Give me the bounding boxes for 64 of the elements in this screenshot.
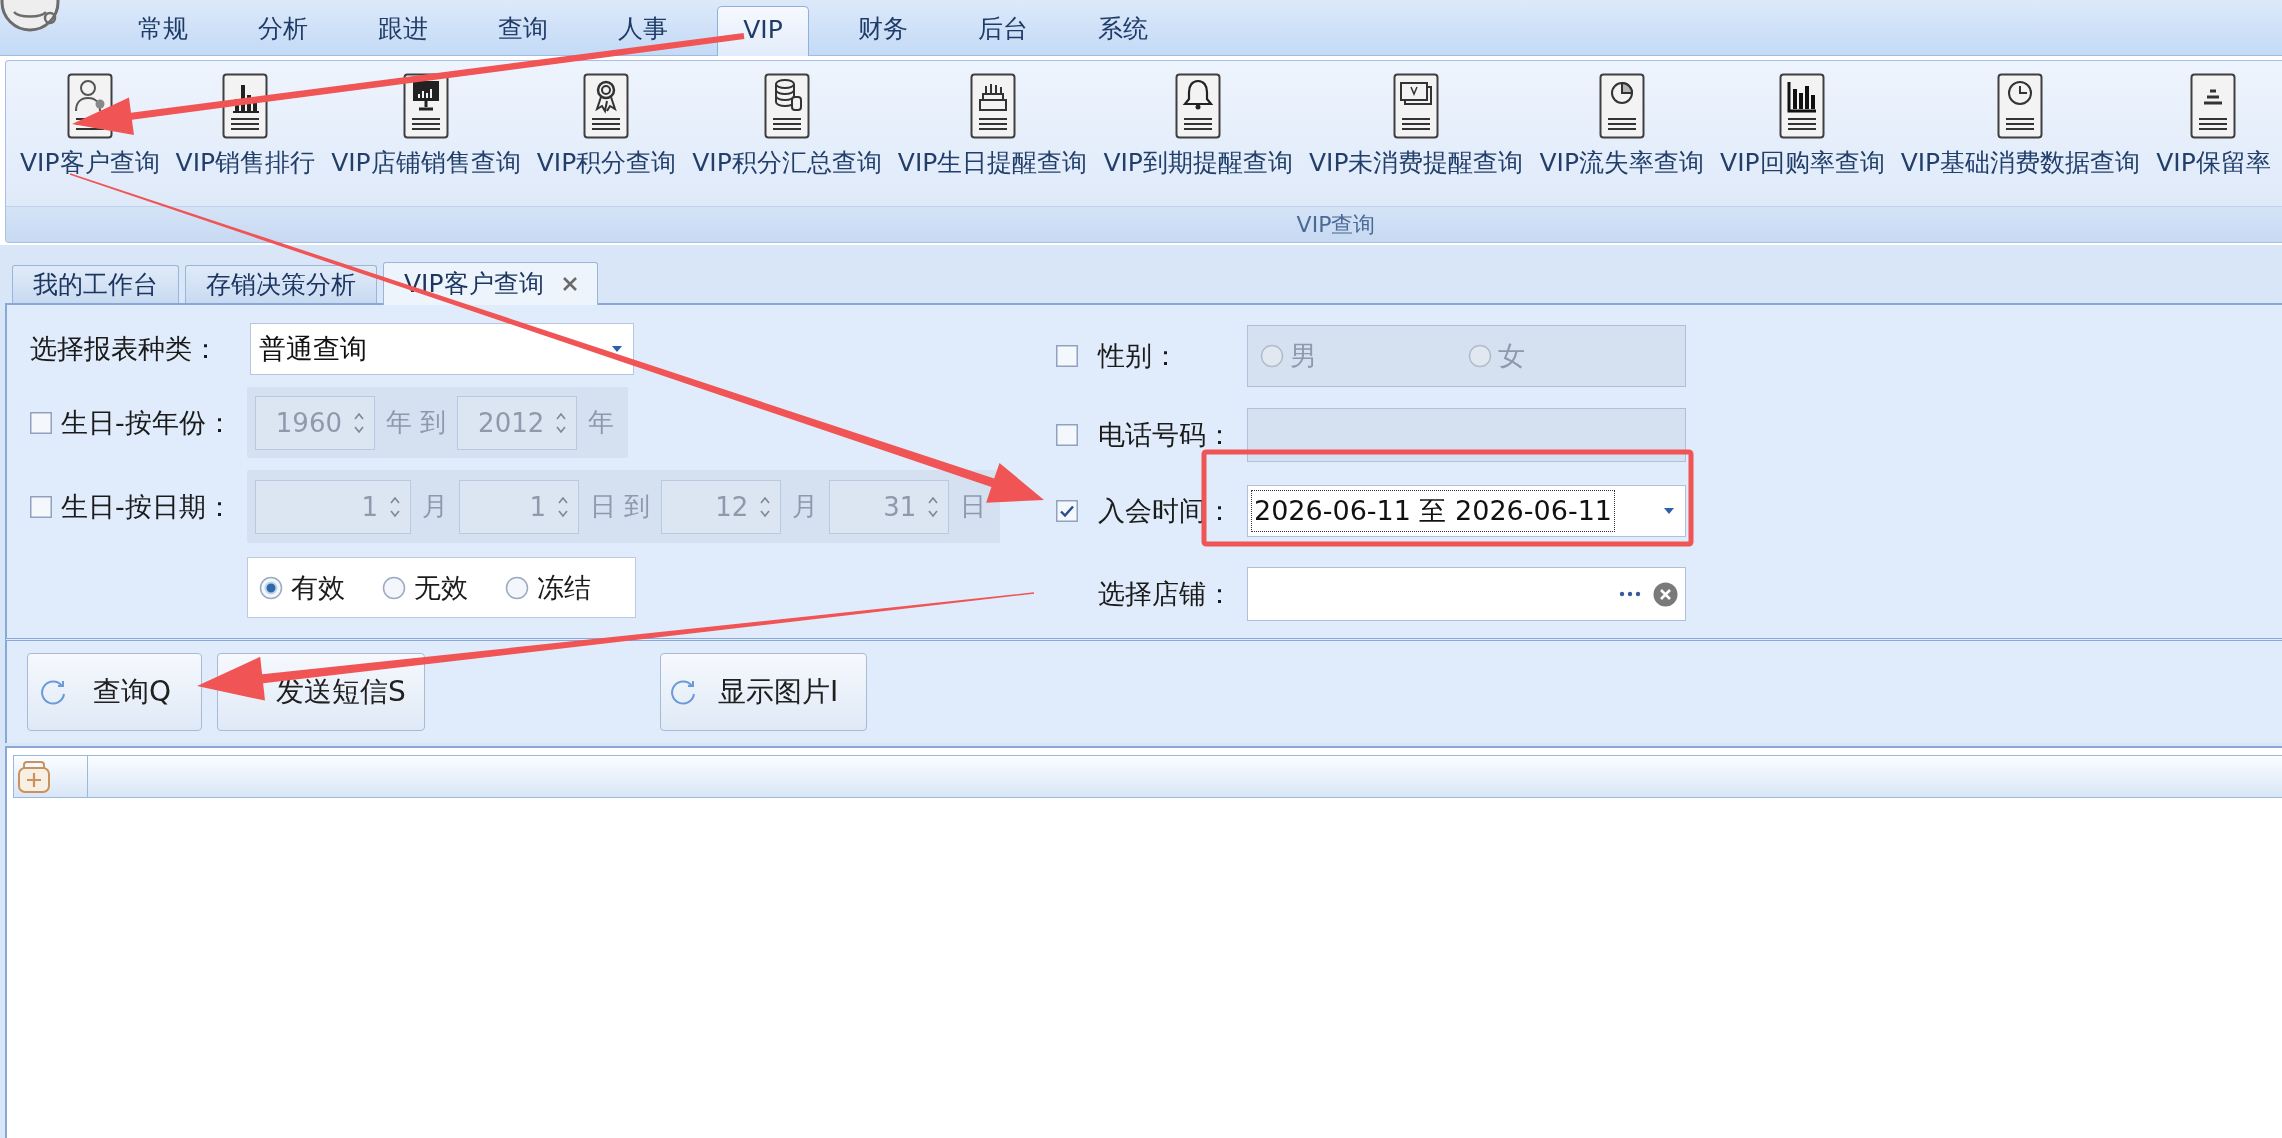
monitor-document-icon [402,73,449,139]
field-label: 生日-按年份： [61,405,233,440]
menu-tab[interactable]: 财务 [837,7,929,55]
unit-label: 月 [792,490,819,523]
menu-tab[interactable]: 分析 [237,7,329,55]
document-icon [2190,73,2237,139]
show-images-button[interactable]: 显示图片I [660,653,867,731]
menu-tab[interactable]: 跟进 [357,7,449,55]
checkbox[interactable] [30,411,52,434]
document-tab[interactable]: 存销决策分析 [185,265,377,303]
report-type-dropdown[interactable]: 普通查询 [250,323,634,375]
radio-option[interactable]: 冻结 [505,569,591,606]
checkbox[interactable] [30,495,52,518]
ribbon-button[interactable]: VIP生日提醒查询 [889,73,1096,178]
bell-document-icon [1175,73,1222,139]
database-document-icon [764,73,811,139]
field-label: 电话号码： [1098,418,1233,452]
menu-tab[interactable]: 人事 [597,7,689,55]
clear-icon[interactable] [1653,581,1678,607]
unit-label: 年 到 [386,406,447,439]
field-label: 性别： [1098,339,1179,373]
ribbon-button[interactable]: VIP积分查询 [528,73,685,178]
radio-option[interactable]: 无效 [382,569,468,606]
menu-tab[interactable]: VIP [717,6,809,56]
date-range-dropdown[interactable]: 2026-06-11 至 2026-06-11 [1247,485,1686,537]
menu-tab[interactable]: 查询 [477,7,569,55]
field-label: 选择店铺： [1098,577,1233,611]
unit-label: 日 [960,490,987,523]
unit-label: 日 到 [590,490,651,523]
close-icon[interactable] [561,276,578,292]
group-caption: VIP查询 [1296,212,1376,237]
menu-tab[interactable]: 后台 [957,7,1049,55]
refresh-icon [668,677,698,707]
cake-document-icon [969,73,1016,139]
rosette-document-icon [583,73,630,139]
ribbon-button[interactable]: VIP流失率查询 [1531,73,1713,178]
unit-label: 年 [588,406,615,439]
pie-chart-document-icon [1598,73,1645,139]
ribbon-button[interactable]: VIP未消费提醒查询 [1300,73,1532,178]
field-label: 生日-按日期： [61,489,233,524]
menu-tab[interactable]: 系统 [1077,7,1169,55]
query-button[interactable]: 查询Q [27,653,202,731]
ribbon-button[interactable]: VIP到期提醒查询 [1095,73,1301,178]
plus-box-icon[interactable] [17,759,51,794]
clock-document-icon [1997,73,2044,139]
ellipsis-button[interactable] [1619,591,1641,597]
column-chart-document-icon [1779,73,1826,139]
dropdown-caret-icon [1663,507,1675,515]
ribbon-button[interactable]: VIP基础消费数据查询 [1892,73,2149,178]
dropdown-caret-icon [611,345,623,353]
field-label: 选择报表种类： [30,332,219,366]
radio-option[interactable]: 有效 [259,569,345,606]
checkbox[interactable] [1056,500,1078,522]
ribbon-button[interactable]: VIP保留率 [2148,73,2279,178]
unit-label: 月 [422,490,448,523]
ribbon-button[interactable]: VIP积分汇总查询 [684,73,890,178]
ribbon-button[interactable]: VIP回购率查询 [1712,73,1893,178]
menu-tab[interactable]: 常规 [117,7,209,55]
store-input-field[interactable] [1247,567,1686,621]
refresh-icon [38,677,68,707]
checkbox[interactable] [1056,424,1078,446]
cards-document-icon [1393,73,1440,139]
checkbox[interactable] [1056,345,1078,367]
document-tab[interactable]: 我的工作台 [12,265,179,303]
